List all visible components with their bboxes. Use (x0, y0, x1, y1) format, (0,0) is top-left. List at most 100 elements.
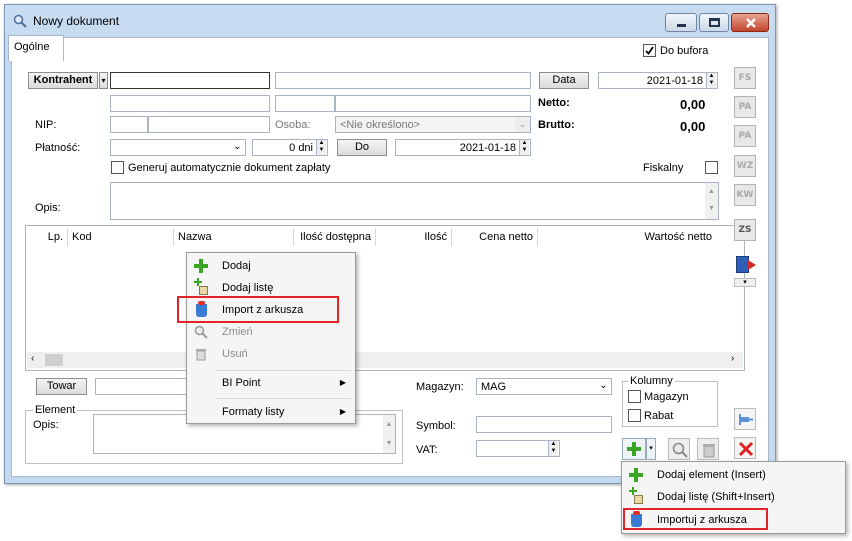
fiskalny-label: Fiskalny (643, 162, 684, 174)
do-bufora-checkbox[interactable] (643, 44, 656, 57)
dni-value: 0 dni (289, 142, 313, 154)
address-input-1[interactable] (110, 95, 270, 112)
highlight-importuj-menu-item (623, 508, 768, 530)
address-input-2[interactable] (275, 95, 335, 112)
col-ilosc[interactable]: Ilość (376, 228, 452, 246)
element-opis-scrollbar[interactable]: ▲ ▼ (383, 415, 395, 453)
wz-icon[interactable]: WZ (734, 155, 756, 177)
menu-item-formaty-listy[interactable]: Formaty listy ▶ (188, 401, 354, 423)
nip-input[interactable] (148, 116, 270, 133)
pa-alt-icon[interactable]: PA (734, 125, 756, 147)
kontrahent-name-input[interactable] (275, 72, 531, 89)
magazyn-checkbox[interactable] (628, 390, 641, 403)
checkmark-icon (645, 46, 654, 55)
close-icon (746, 18, 756, 28)
menu-item-dodaj-liste-shift[interactable]: Dodaj listę (Shift+Insert) (623, 486, 844, 508)
rabat-checkbox[interactable] (628, 409, 641, 422)
generuj-label: Generuj automatycznie dokument zapłaty (128, 162, 331, 174)
dni-spinner[interactable]: ▲ ▼ (316, 140, 326, 155)
opis-scrollbar[interactable]: ▲ ▼ (705, 183, 718, 219)
plus-icon (629, 468, 643, 482)
data-spinner[interactable]: ▲ ▼ (706, 73, 716, 88)
add-element-button[interactable] (622, 438, 646, 460)
items-grid[interactable]: Lp. Kod Nazwa Ilość dostępna Ilość Cena … (25, 225, 745, 371)
magazyn-value: MAG (481, 381, 507, 393)
col-ilosc-dostepna[interactable]: Ilość dostępna (294, 228, 376, 246)
add-list-icon (629, 487, 643, 504)
pa-icon[interactable]: PA (734, 96, 756, 118)
opis-label: Opis: (35, 202, 61, 214)
fs-icon[interactable]: FS (734, 67, 756, 89)
data-input[interactable]: 2021-01-18 (598, 72, 718, 89)
magazyn-select[interactable]: MAG (476, 378, 612, 395)
add-list-icon (194, 278, 208, 295)
brutto-label: Brutto: (538, 119, 575, 131)
title-bar: Nowy dokument (5, 5, 775, 35)
chevron-down-icon[interactable]: ⌄ (515, 117, 530, 132)
tab-ogolne[interactable]: Ogólne (8, 35, 64, 61)
menu-item-bi-point[interactable]: BI Point ▶ (188, 372, 354, 394)
towar-input[interactable] (95, 378, 190, 395)
kw-icon[interactable]: KW (734, 184, 756, 206)
chevron-left-icon[interactable]: ‹ (31, 353, 34, 364)
calculator-export-icon[interactable] (734, 254, 756, 276)
fiskalny-checkbox[interactable] (705, 161, 718, 174)
search-icon (194, 325, 208, 339)
col-lp[interactable]: Lp. (26, 228, 68, 246)
symbol-input[interactable] (476, 416, 612, 433)
osoba-value: <Nie określono> (340, 119, 421, 131)
menu-item-usun-label: Usuń (222, 348, 248, 360)
kontrahent-code-input[interactable] (110, 72, 270, 89)
menu-item-usun[interactable]: Usuń (188, 343, 354, 365)
menu-item-zmien[interactable]: Zmień (188, 321, 354, 343)
rabat-checkbox-label: Rabat (644, 410, 674, 422)
do-date-spinner[interactable]: ▲ ▼ (519, 140, 529, 155)
kolumny-label: Kolumny (628, 375, 675, 387)
trash-icon (196, 349, 206, 361)
search-icon (672, 442, 688, 458)
platnosc-select[interactable] (110, 139, 246, 156)
maximize-button[interactable] (699, 13, 729, 32)
menu-separator (215, 370, 351, 371)
pin-button[interactable] (734, 408, 756, 430)
close-button[interactable] (731, 13, 769, 32)
towar-button[interactable]: Towar (36, 378, 87, 395)
address-input-3[interactable] (335, 95, 531, 112)
do-button[interactable]: Do (337, 139, 387, 156)
menu-item-dodaj-element[interactable]: Dodaj element (Insert) (623, 464, 844, 486)
close-icon (738, 441, 754, 457)
menu-item-dodaj-label: Dodaj (222, 260, 251, 272)
kontrahent-button[interactable]: Kontrahent (28, 72, 98, 89)
osoba-label: Osoba: (275, 119, 311, 131)
delete-element-button[interactable] (697, 438, 719, 460)
col-nazwa[interactable]: Nazwa (174, 228, 294, 246)
plus-icon (194, 259, 208, 273)
chevron-right-icon[interactable]: › (731, 353, 734, 364)
menu-item-dodaj[interactable]: Dodaj (188, 255, 354, 277)
chevron-down-icon[interactable]: ⌄ (596, 379, 611, 394)
search-element-button[interactable] (668, 438, 690, 460)
chevron-down-icon[interactable]: ▾ (734, 278, 756, 287)
do-date-value: 2021-01-18 (459, 142, 516, 154)
nip-prefix-input[interactable] (110, 116, 148, 133)
cancel-button[interactable] (734, 437, 756, 459)
col-kod[interactable]: Kod (68, 228, 174, 246)
data-button[interactable]: Data (539, 72, 589, 89)
vat-spinner[interactable]: ▲ ▼ (548, 441, 558, 456)
do-date-input[interactable]: 2021-01-18 (395, 139, 531, 156)
chevron-down-icon[interactable]: ⌄ (230, 140, 245, 155)
minimize-button[interactable] (665, 13, 697, 32)
do-bufora-label: Do bufora (660, 45, 709, 57)
col-cena-netto[interactable]: Cena netto (452, 228, 538, 246)
opis-textarea[interactable] (110, 182, 719, 220)
kontrahent-dropdown[interactable]: ▾ (99, 72, 108, 89)
zs-icon[interactable]: ZS (734, 219, 756, 241)
osoba-select[interactable]: <Nie określono> (335, 116, 531, 133)
grid-hscrollbar[interactable]: ‹ › (27, 352, 743, 368)
menu-separator (215, 398, 351, 399)
scroll-thumb[interactable] (45, 354, 63, 366)
minimize-icon (677, 24, 686, 27)
col-wartosc-netto[interactable]: Wartość netto (538, 228, 716, 246)
add-dropdown-button[interactable]: ▾ (646, 438, 656, 460)
generuj-checkbox[interactable] (111, 161, 124, 174)
